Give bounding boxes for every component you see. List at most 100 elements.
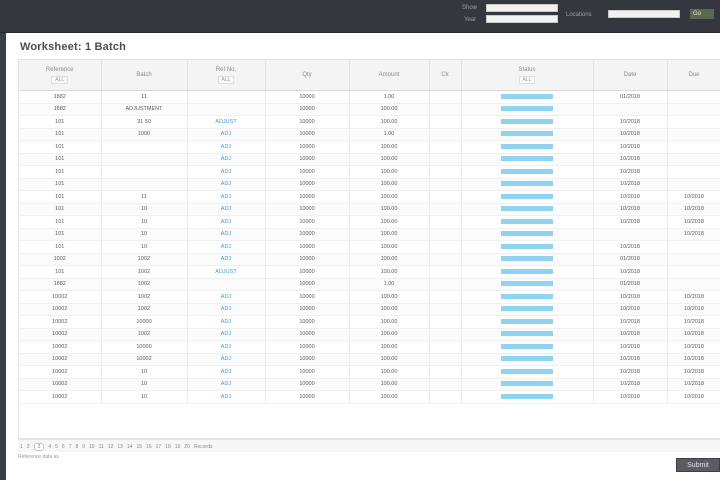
- table-cell[interactable]: Status: [461, 290, 594, 304]
- table-cell[interactable]: Status: [461, 90, 594, 104]
- show-input[interactable]: [486, 4, 558, 12]
- table-row[interactable]: 101 10 ADJ 10000 100.00 Status 10/2018 10/2018: [19, 203, 720, 216]
- table-row[interactable]: 101 11 ADJ 10000 100.00 Status 10/2018 10/2018: [19, 190, 720, 204]
- table-cell[interactable]: ADJ: [187, 290, 266, 304]
- page-link[interactable]: 18: [165, 444, 171, 450]
- table-cell[interactable]: Status: [461, 215, 594, 229]
- table-cell[interactable]: ADJ: [187, 228, 266, 241]
- table-cell[interactable]: [187, 278, 266, 291]
- table-cell[interactable]: Status: [461, 365, 594, 379]
- page-link[interactable]: 6: [62, 444, 65, 450]
- table-row[interactable]: 1882 11 10000 1.00 Status 01/2018: [19, 90, 720, 104]
- table-row[interactable]: 10002 10 ADJ 10000 100.00 Status 10/2018 10/201…: [19, 390, 720, 404]
- column-header[interactable]: Ref No. ALL: [187, 60, 266, 91]
- table-row[interactable]: 10002 10 ADJ 10000 100.00 Status 10/2018 10/201…: [19, 378, 720, 391]
- column-header[interactable]: Amount: [349, 60, 430, 91]
- table-cell[interactable]: ADJ: [187, 340, 266, 354]
- table-row[interactable]: 101 ADJ 10000 100.00 Status 10/2018: [19, 178, 720, 191]
- table-cell[interactable]: ADJ: [187, 165, 266, 179]
- table-cell[interactable]: ADJ: [187, 328, 266, 341]
- table-row[interactable]: 101 31 50 ADJUST 10000 100.00 Status 10/2018: [19, 115, 720, 129]
- table-cell[interactable]: Status: [461, 340, 594, 354]
- table-cell[interactable]: Status: [461, 153, 594, 166]
- table-cell[interactable]: ADJUST: [187, 115, 266, 129]
- table-cell[interactable]: ADJ: [187, 353, 266, 366]
- table-row[interactable]: 1882 ADJUSTMENT 10000 100.00 Status: [19, 103, 720, 116]
- table-cell[interactable]: Status: [461, 128, 594, 141]
- locations-input[interactable]: [608, 10, 680, 18]
- page-link[interactable]: 5: [55, 444, 58, 450]
- year-input[interactable]: [486, 15, 558, 23]
- page-link[interactable]: 7: [69, 444, 72, 450]
- page-link[interactable]: 3: [33, 443, 45, 451]
- table-cell[interactable]: ADJ: [187, 365, 266, 379]
- page-link[interactable]: 9: [82, 444, 85, 450]
- table-cell[interactable]: ADJ: [187, 215, 266, 229]
- table-cell[interactable]: ADJ: [187, 390, 266, 404]
- table-cell[interactable]: ADJ: [187, 203, 266, 216]
- table-cell[interactable]: Status: [461, 103, 594, 116]
- table-row[interactable]: 10002 1002 ADJ 10000 100.00 Status 10/2018 10/2…: [19, 303, 720, 316]
- table-cell[interactable]: Status: [461, 228, 594, 241]
- table-cell[interactable]: Status: [461, 390, 594, 404]
- table-row[interactable]: 10002 10000 ADJ 10000 100.00 Status 10/2018 10/…: [19, 315, 720, 329]
- column-header[interactable]: Reference ALL: [19, 60, 102, 91]
- table-row[interactable]: 10002 10002 ADJ 10000 100.00 Status 10/2018 10/…: [19, 353, 720, 366]
- table-row[interactable]: 10002 1002 ADJ 10000 100.00 Status 10/2018 10/2…: [19, 328, 720, 341]
- table-cell[interactable]: Status: [461, 278, 594, 291]
- table-cell[interactable]: ADJ: [187, 128, 266, 141]
- table-row[interactable]: 101 ADJ 10000 100.00 Status 10/2018: [19, 140, 720, 154]
- table-cell[interactable]: Status: [461, 315, 594, 329]
- table-cell[interactable]: Status: [461, 115, 594, 129]
- table-row[interactable]: 101 ADJ 10000 100.00 Status 10/2018: [19, 165, 720, 179]
- table-cell[interactable]: ADJUST: [187, 265, 266, 279]
- page-link[interactable]: 1: [20, 444, 23, 450]
- page-link[interactable]: 19: [175, 444, 181, 450]
- column-header[interactable]: Date: [593, 60, 668, 91]
- table-cell[interactable]: [187, 90, 266, 104]
- go-button[interactable]: Go: [690, 9, 714, 19]
- table-row[interactable]: 101 1002 ADJUST 10000 100.00 Status 10/2018: [19, 265, 720, 279]
- table-cell[interactable]: Status: [461, 353, 594, 366]
- table-cell[interactable]: Status: [461, 303, 594, 316]
- table-cell[interactable]: [187, 103, 266, 116]
- table-cell[interactable]: Status: [461, 203, 594, 216]
- table-row[interactable]: 10002 1002 ADJ 10000 100.00 Status 10/2018 10/2…: [19, 290, 720, 304]
- submit-button[interactable]: Submit: [676, 458, 720, 472]
- page-link[interactable]: 20: [184, 444, 190, 450]
- page-link[interactable]: 17: [156, 444, 162, 450]
- table-cell[interactable]: Status: [461, 378, 594, 391]
- table-row[interactable]: 1002 1002 ADJ 10000 100.00 Status 01/2018: [19, 253, 720, 266]
- page-link[interactable]: 12: [108, 444, 114, 450]
- table-cell[interactable]: ADJ: [187, 303, 266, 316]
- page-link[interactable]: 2: [27, 444, 30, 450]
- table-cell[interactable]: Status: [461, 253, 594, 266]
- page-link[interactable]: 14: [127, 444, 133, 450]
- page-link[interactable]: 8: [75, 444, 78, 450]
- table-cell[interactable]: Status: [461, 240, 594, 254]
- page-link[interactable]: 10: [89, 444, 95, 450]
- table-row[interactable]: 101 ADJ 10000 100.00 Status 10/2018: [19, 153, 720, 166]
- column-filter[interactable]: ALL: [518, 75, 536, 84]
- page-link[interactable]: 4: [48, 444, 51, 450]
- table-row[interactable]: 101 10 ADJ 10000 100.00 Status 10/2018: [19, 228, 720, 241]
- table-cell[interactable]: Status: [461, 140, 594, 154]
- column-header[interactable]: Due: [667, 60, 720, 91]
- table-row[interactable]: 1882 1002 10000 1.00 Status 01/2018: [19, 278, 720, 291]
- column-header[interactable]: Batch: [101, 60, 188, 91]
- table-cell[interactable]: ADJ: [187, 153, 266, 166]
- table-cell[interactable]: ADJ: [187, 315, 266, 329]
- column-filter[interactable]: ALL: [217, 75, 235, 84]
- page-link[interactable]: 15: [136, 444, 142, 450]
- table-cell[interactable]: ADJ: [187, 190, 266, 204]
- column-header[interactable]: Qty: [265, 60, 350, 91]
- column-header[interactable]: Ck: [429, 60, 462, 91]
- page-link[interactable]: 16: [146, 444, 152, 450]
- table-row[interactable]: 101 10 ADJ 10000 100.00 Status 10/2018 10/2018: [19, 215, 720, 229]
- table-cell[interactable]: ADJ: [187, 253, 266, 266]
- table-cell[interactable]: Status: [461, 178, 594, 191]
- table-cell[interactable]: ADJ: [187, 178, 266, 191]
- table-cell[interactable]: Status: [461, 190, 594, 204]
- table-cell[interactable]: Status: [461, 328, 594, 341]
- table-cell[interactable]: ADJ: [187, 240, 266, 254]
